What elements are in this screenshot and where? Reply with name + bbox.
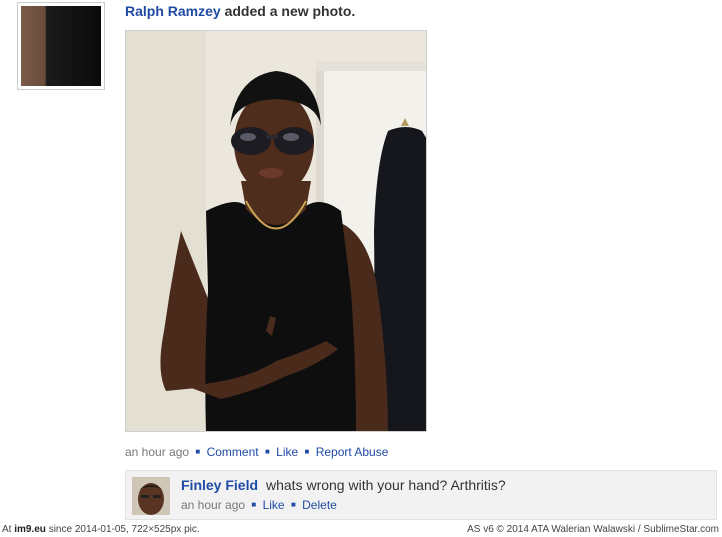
photo-illustration — [126, 31, 426, 431]
actor-name-link[interactable]: Ralph Ramzey — [125, 3, 221, 19]
comment-author-link[interactable]: Finley Field — [181, 477, 258, 493]
comment-timestamp: an hour ago — [181, 498, 246, 512]
post-headline: Ralph Ramzey added a new photo. — [125, 3, 355, 19]
comment-text: whats wrong with your hand? Arthritis? — [266, 477, 506, 493]
footer-right: AS v6 © 2014 ATA Walerian Walawski / Sub… — [467, 524, 719, 535]
watermark-footer: At im9.eu since 2014-01-05, 722×525px pi… — [0, 523, 722, 537]
post-meta: an hour ago ■ Comment ■ Like ■ Report Ab… — [125, 445, 388, 459]
comment-meta: an hour ago ■ Like ■ Delete — [181, 498, 337, 512]
separator-dot-icon: ■ — [264, 447, 270, 456]
action-text: added a new photo. — [220, 3, 356, 19]
poster-avatar-image — [21, 6, 101, 86]
comment-link[interactable]: Comment — [207, 445, 259, 459]
footer-prefix: At — [2, 524, 15, 535]
comment-delete-link[interactable]: Delete — [302, 498, 337, 512]
footer-left: At im9.eu since 2014-01-05, 722×525px pi… — [2, 524, 200, 535]
separator-dot-icon: ■ — [251, 500, 257, 509]
comment-item: Finley Field whats wrong with your hand?… — [125, 470, 717, 520]
footer-suffix: since 2014-01-05, 722×525px pic. — [45, 524, 200, 535]
footer-site: im9.eu — [14, 524, 46, 535]
separator-dot-icon: ■ — [290, 500, 296, 509]
report-abuse-link[interactable]: Report Abuse — [316, 445, 389, 459]
post-timestamp: an hour ago — [125, 445, 190, 459]
separator-dot-icon: ■ — [195, 447, 201, 456]
like-link[interactable]: Like — [276, 445, 298, 459]
commenter-avatar-image — [132, 477, 170, 515]
posted-photo[interactable] — [125, 30, 427, 432]
poster-avatar[interactable] — [17, 2, 105, 90]
separator-dot-icon: ■ — [304, 447, 310, 456]
comment-like-link[interactable]: Like — [263, 498, 285, 512]
commenter-avatar[interactable] — [132, 477, 170, 515]
